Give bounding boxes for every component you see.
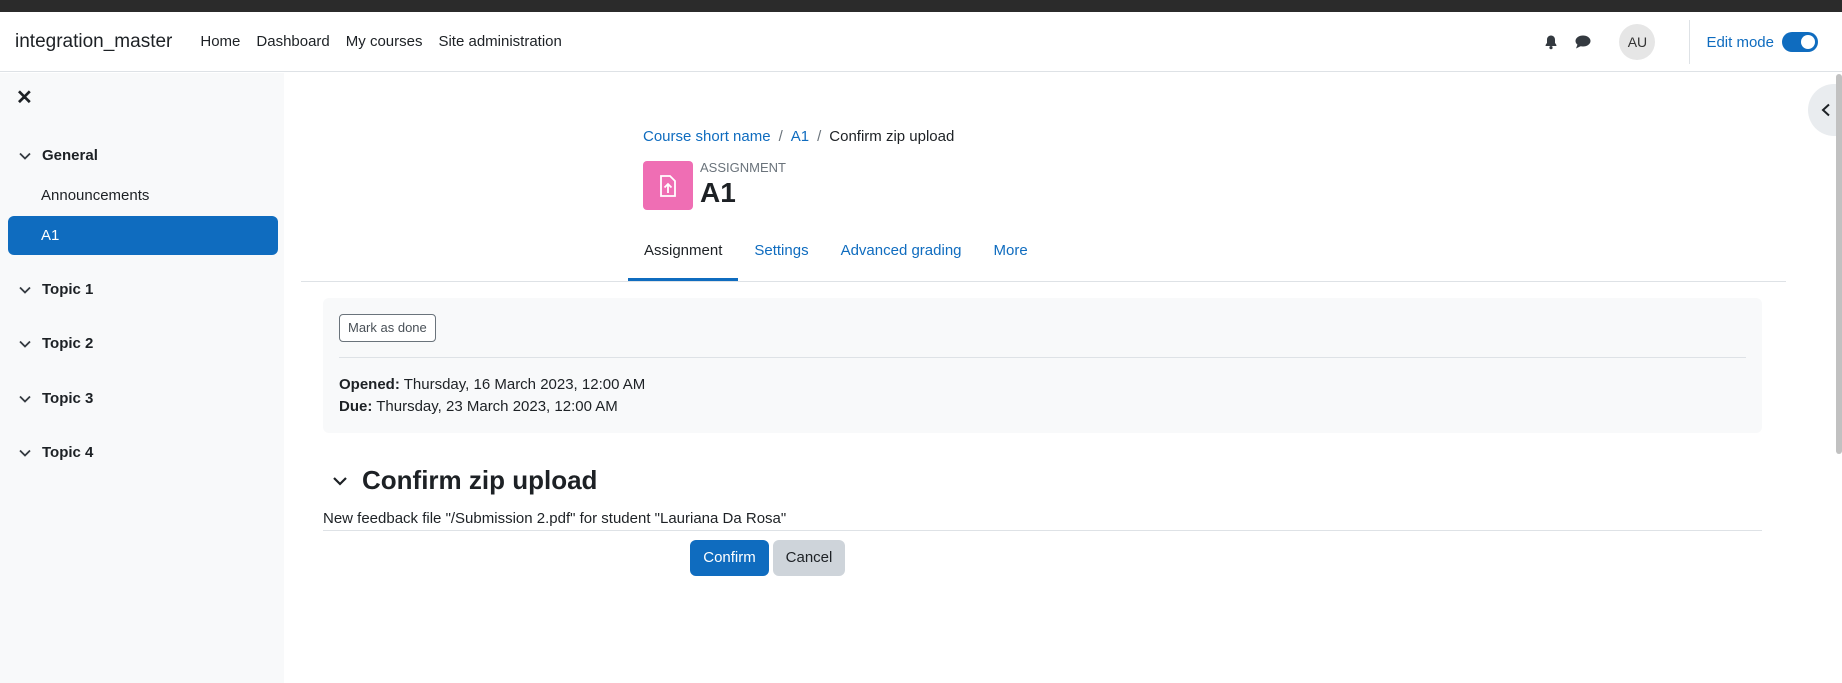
chevron-down-icon <box>19 395 31 403</box>
chevron-down-icon <box>19 340 31 348</box>
cancel-button[interactable]: Cancel <box>773 540 845 576</box>
edit-mode-toggle[interactable] <box>1782 32 1818 52</box>
edit-mode-label[interactable]: Edit mode <box>1706 34 1774 51</box>
top-navbar: integration_master Home Dashboard My cou… <box>0 12 1842 72</box>
tab-advanced-grading[interactable]: Advanced grading <box>825 240 978 281</box>
activity-type-label: ASSIGNMENT <box>700 160 786 175</box>
confirm-message: New feedback file "/Submission 2.pdf" fo… <box>323 510 787 527</box>
activity-information-panel: Mark as done Opened: Thursday, 16 March … <box>323 298 1762 433</box>
close-drawer-icon[interactable]: ✕ <box>16 87 38 109</box>
notifications-bell-icon[interactable] <box>1535 26 1567 58</box>
mark-as-done-button[interactable]: Mark as done <box>339 314 436 342</box>
breadcrumb-course[interactable]: Course short name <box>643 128 771 145</box>
secondary-navigation: Assignment Settings Advanced grading Mor… <box>628 240 1044 281</box>
due-value: Thursday, 23 March 2023, 12:00 AM <box>376 398 618 415</box>
confirm-heading-text: Confirm zip upload <box>362 465 598 495</box>
section-topic-4[interactable]: Topic 4 <box>18 444 93 461</box>
chevron-down-icon <box>19 449 31 457</box>
due-date: Due: Thursday, 23 March 2023, 12:00 AM <box>339 398 618 415</box>
tab-settings[interactable]: Settings <box>738 240 824 281</box>
course-index-drawer: ✕ General Announcements A1 Topic 1 Topic… <box>0 73 284 683</box>
tab-more[interactable]: More <box>978 240 1044 281</box>
section-label: General <box>42 147 98 164</box>
opened-value: Thursday, 16 March 2023, 12:00 AM <box>403 376 646 393</box>
assignment-icon <box>643 161 693 210</box>
tab-assignment[interactable]: Assignment <box>628 240 739 281</box>
user-avatar[interactable]: AU <box>1619 24 1656 60</box>
breadcrumb-separator: / <box>778 128 783 145</box>
breadcrumb-separator: / <box>817 128 822 145</box>
navbar-divider <box>1689 20 1691 64</box>
chevron-down-icon <box>19 286 31 294</box>
course-index-item-announcements[interactable]: Announcements <box>41 187 149 204</box>
section-topic-2[interactable]: Topic 2 <box>18 335 93 352</box>
chevron-down-icon <box>19 152 31 160</box>
nav-site-administration[interactable]: Site administration <box>438 33 561 50</box>
section-topic-1[interactable]: Topic 1 <box>18 281 93 298</box>
user-navigation: AU Edit mode <box>1535 12 1842 72</box>
section-topic-3[interactable]: Topic 3 <box>18 390 93 407</box>
page-scrollbar[interactable] <box>1836 74 1842 454</box>
site-name[interactable]: integration_master <box>15 31 172 53</box>
page-title: A1 <box>700 177 736 208</box>
primary-navigation: Home Dashboard My courses Site administr… <box>192 33 570 50</box>
nav-my-courses[interactable]: My courses <box>346 33 423 50</box>
confirm-button[interactable]: Confirm <box>690 540 769 576</box>
chevron-down-icon <box>333 476 347 486</box>
section-label: Topic 3 <box>42 390 94 407</box>
info-divider <box>339 357 1746 358</box>
nav-dashboard[interactable]: Dashboard <box>256 33 329 50</box>
breadcrumb-activity[interactable]: A1 <box>791 128 809 145</box>
course-index-item-a1[interactable]: A1 <box>8 216 278 255</box>
opened-label: Opened: <box>339 376 400 393</box>
messages-chat-icon[interactable] <box>1567 26 1599 58</box>
confirm-zip-upload-heading[interactable]: Confirm zip upload <box>332 465 597 496</box>
breadcrumb: Course short name / A1 / Confirm zip upl… <box>643 128 954 145</box>
opened-date: Opened: Thursday, 16 March 2023, 12:00 A… <box>339 376 645 393</box>
chevron-left-icon <box>1821 103 1830 117</box>
nav-home[interactable]: Home <box>200 33 240 50</box>
section-label: Topic 1 <box>42 281 94 298</box>
section-label: Topic 2 <box>42 335 94 352</box>
breadcrumb-current: Confirm zip upload <box>829 128 955 145</box>
message-divider <box>323 530 1762 531</box>
tabs-divider <box>301 281 1786 282</box>
section-general[interactable]: General <box>18 147 98 164</box>
section-label: Topic 4 <box>42 444 94 461</box>
due-label: Due: <box>339 398 373 415</box>
browser-top-strip <box>0 0 1842 12</box>
